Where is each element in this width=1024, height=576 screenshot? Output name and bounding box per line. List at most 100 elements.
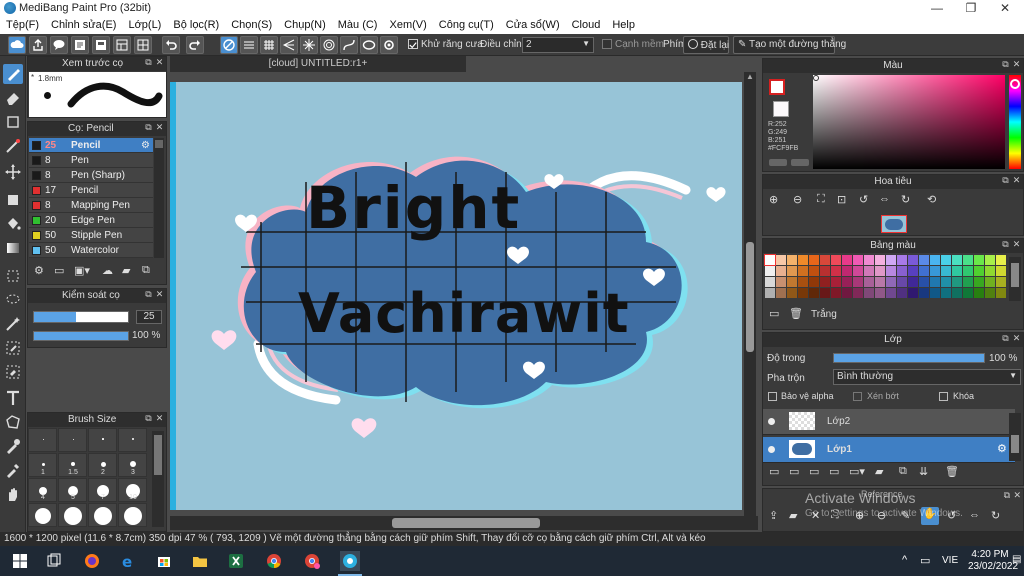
palette-swatch[interactable] bbox=[875, 255, 885, 265]
store-icon[interactable] bbox=[156, 553, 172, 569]
create-line-button[interactable]: ✎ Tạo một đường thẳng bbox=[733, 36, 846, 54]
menu-select[interactable]: Chọn(S) bbox=[225, 17, 278, 34]
menu-view[interactable]: Xem(V) bbox=[383, 17, 432, 34]
redo-icon[interactable] bbox=[186, 36, 204, 54]
palette-swatch[interactable] bbox=[908, 288, 918, 298]
brush-item[interactable]: 50 Stipple Pen bbox=[29, 228, 153, 243]
reset-button[interactable]: Đặt lại bbox=[683, 36, 729, 54]
menu-layer[interactable]: Lớp(L) bbox=[122, 17, 167, 34]
rectangle-tool-icon[interactable] bbox=[3, 112, 23, 132]
palette-swatch[interactable] bbox=[798, 277, 808, 287]
palette-swatch[interactable] bbox=[919, 266, 929, 276]
palette-swatch[interactable] bbox=[787, 288, 797, 298]
close-panel-icon[interactable]: ✕ bbox=[1012, 240, 1021, 249]
firefox-icon[interactable] bbox=[84, 553, 100, 569]
brush-item[interactable]: 8 Mapping Pen bbox=[29, 198, 153, 213]
visibility-icon[interactable] bbox=[768, 418, 775, 425]
gradient-tool-icon[interactable] bbox=[3, 238, 23, 258]
parallel-snap-icon[interactable] bbox=[240, 36, 258, 54]
palette-swatch[interactable] bbox=[776, 255, 786, 265]
palette-swatch[interactable] bbox=[996, 266, 1006, 276]
dropper-tool-icon[interactable] bbox=[3, 436, 23, 456]
brush-size-cell[interactable] bbox=[118, 503, 147, 527]
palette-swatch[interactable] bbox=[765, 288, 775, 298]
actual-size-icon[interactable]: ⊡ bbox=[837, 193, 846, 206]
snap-settings-icon[interactable] bbox=[380, 36, 398, 54]
palette-swatch[interactable] bbox=[897, 255, 907, 265]
palette-swatch[interactable] bbox=[952, 288, 962, 298]
popout-icon[interactable]: ⧉ bbox=[1001, 334, 1010, 343]
palette-swatch[interactable] bbox=[787, 255, 797, 265]
popout-icon[interactable]: ⧉ bbox=[1001, 60, 1010, 69]
palette-swatch[interactable] bbox=[853, 255, 863, 265]
notification-icon[interactable]: ▤ bbox=[1012, 554, 1021, 565]
protect-alpha-checkbox[interactable] bbox=[768, 392, 777, 401]
brush-item[interactable]: 50 Watercolor bbox=[29, 243, 153, 258]
popout-icon[interactable]: ⧉ bbox=[1001, 240, 1010, 249]
brush-item[interactable]: 8 Pen (Sharp) bbox=[29, 168, 153, 183]
navigator-thumbnail[interactable] bbox=[881, 215, 907, 233]
new-8bit-layer-icon[interactable]: ▭ bbox=[809, 465, 819, 478]
close-panel-icon[interactable]: ✕ bbox=[155, 123, 164, 132]
menu-snap[interactable]: Chụp(N) bbox=[278, 17, 332, 34]
drawing-canvas[interactable]: Bright Vachirawit bbox=[176, 82, 742, 510]
palette-swatch[interactable] bbox=[930, 255, 940, 265]
brush-size-value[interactable]: 25 bbox=[136, 310, 162, 324]
menu-file[interactable]: Tệp(F) bbox=[0, 17, 45, 34]
reset-view-icon[interactable]: ⟲ bbox=[927, 193, 936, 206]
folder-icon[interactable]: ▰ bbox=[789, 509, 797, 522]
cloud-icon[interactable] bbox=[8, 36, 26, 54]
palette-swatch[interactable] bbox=[875, 266, 885, 276]
palette-swatch[interactable] bbox=[974, 255, 984, 265]
palette-swatch[interactable] bbox=[864, 266, 874, 276]
palette-swatch[interactable] bbox=[864, 255, 874, 265]
palette-swatch[interactable] bbox=[764, 254, 776, 266]
palette-swatch[interactable] bbox=[908, 277, 918, 287]
brush-size-cell[interactable] bbox=[88, 428, 117, 452]
palette-swatch[interactable] bbox=[919, 277, 929, 287]
popout-icon[interactable]: ⧉ bbox=[1001, 176, 1010, 185]
palette-scrollbar[interactable] bbox=[1009, 257, 1021, 301]
palette-swatch[interactable] bbox=[985, 277, 995, 287]
brush-size-cell[interactable]: 2 bbox=[88, 453, 117, 477]
brush-size-cell[interactable]: 5 bbox=[58, 478, 87, 502]
palette-swatch[interactable] bbox=[941, 266, 951, 276]
zoom-out-icon[interactable]: ⊖ bbox=[793, 193, 802, 206]
hue-cursor[interactable] bbox=[1010, 79, 1020, 89]
palette-swatch[interactable] bbox=[842, 266, 852, 276]
palette-swatch[interactable] bbox=[996, 288, 1006, 298]
zoom-in-icon[interactable]: ⊕ bbox=[769, 193, 778, 206]
layer-menu-icon[interactable]: ▭▾ bbox=[849, 465, 865, 478]
palette-swatch[interactable] bbox=[941, 288, 951, 298]
lock-checkbox[interactable] bbox=[939, 392, 948, 401]
brush-item[interactable]: 8 Pen bbox=[29, 153, 153, 168]
bucket-tool-icon[interactable] bbox=[3, 214, 23, 234]
visibility-icon[interactable] bbox=[768, 446, 775, 453]
background-color-swatch[interactable] bbox=[773, 101, 789, 117]
task-view-icon[interactable] bbox=[46, 553, 62, 569]
dot-tool-icon[interactable] bbox=[3, 136, 23, 156]
upload-icon[interactable]: ⇪ bbox=[769, 509, 778, 522]
brush-size-cell[interactable]: 1 bbox=[28, 453, 57, 477]
palette-swatch[interactable] bbox=[820, 277, 830, 287]
palette-swatch[interactable] bbox=[864, 288, 874, 298]
page-icon[interactable] bbox=[92, 36, 110, 54]
color-picker-button[interactable] bbox=[791, 159, 809, 166]
layer-opacity-slider[interactable] bbox=[833, 353, 985, 363]
sv-cursor[interactable] bbox=[813, 75, 819, 81]
folder-icon[interactable]: ▰ bbox=[875, 465, 883, 478]
palette-swatch[interactable] bbox=[831, 255, 841, 265]
note-icon[interactable] bbox=[71, 36, 89, 54]
menu-window[interactable]: Cửa sổ(W) bbox=[500, 17, 566, 34]
brush-size-scrollbar[interactable] bbox=[152, 431, 164, 527]
undo-icon[interactable] bbox=[162, 36, 180, 54]
brush-size-cell[interactable]: 3 bbox=[118, 453, 147, 477]
layer-row[interactable]: Lớp2 bbox=[763, 409, 1015, 435]
palette-swatch[interactable] bbox=[809, 266, 819, 276]
layer-settings-icon[interactable]: ⚙ bbox=[997, 442, 1007, 455]
scroll-thumb[interactable] bbox=[746, 242, 754, 352]
minimize-button[interactable]: — bbox=[920, 0, 954, 17]
scroll-thumb[interactable] bbox=[392, 518, 540, 528]
brush-size-slider[interactable] bbox=[33, 311, 129, 323]
palette-swatch[interactable] bbox=[963, 288, 973, 298]
